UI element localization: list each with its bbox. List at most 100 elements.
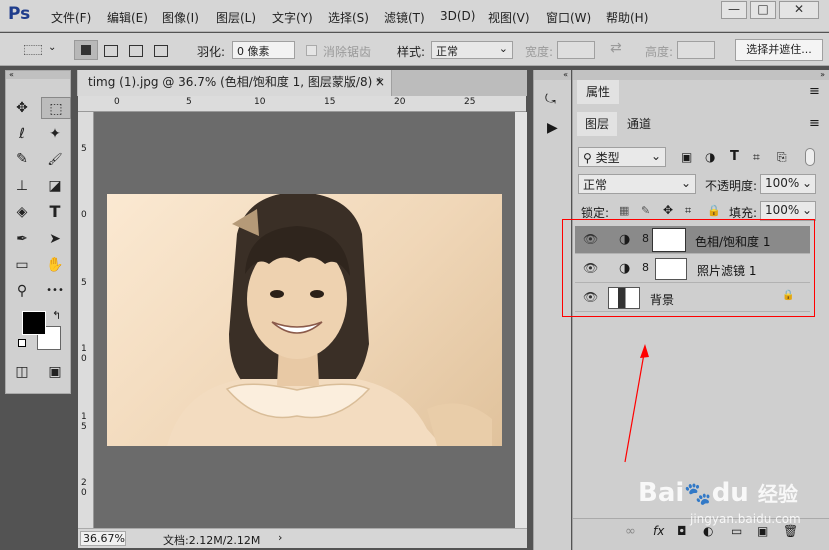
- menu-image[interactable]: 图像(I): [162, 9, 199, 26]
- blur-icon[interactable]: ◈: [11, 201, 33, 223]
- menu-help[interactable]: 帮助(H): [606, 9, 648, 26]
- add-selection-icon[interactable]: [104, 45, 118, 57]
- ruler-tick: 1 5: [81, 412, 87, 432]
- eyedropper-icon[interactable]: ✎: [11, 148, 33, 170]
- menu-type[interactable]: 文字(Y): [272, 9, 313, 26]
- height-input[interactable]: [677, 41, 715, 59]
- status-bar: 36.67% 文档:2.12M/2.12M ›: [78, 528, 527, 548]
- menu-view[interactable]: 视图(V): [488, 9, 530, 26]
- magic-wand-icon[interactable]: ✦: [44, 123, 66, 145]
- move-tool-icon[interactable]: ✥: [11, 97, 33, 119]
- delete-layer-icon[interactable]: 🗑: [783, 524, 798, 538]
- foreground-color-swatch-front[interactable]: [22, 311, 46, 335]
- panel-collapse-handle[interactable]: «: [534, 70, 571, 80]
- pixel-filter-icon[interactable]: ▣: [681, 150, 692, 164]
- zoom-tool-icon[interactable]: ⚲: [11, 280, 33, 302]
- layer-style-icon[interactable]: fx: [653, 524, 664, 538]
- type-filter-icon[interactable]: T: [730, 149, 739, 164]
- tab-layers[interactable]: 图层: [577, 112, 617, 136]
- adjustment-filter-icon[interactable]: ◑: [705, 150, 715, 164]
- link-layers-icon[interactable]: ∞: [625, 524, 636, 539]
- new-selection-button[interactable]: [74, 40, 98, 60]
- intersect-selection-icon[interactable]: [154, 45, 168, 57]
- style-label: 样式:: [397, 45, 426, 59]
- layers-menu-icon[interactable]: ≡: [809, 116, 820, 131]
- brush-icon[interactable]: 🖌: [44, 148, 66, 170]
- lock-position-icon[interactable]: ✥: [663, 203, 673, 217]
- menu-edit[interactable]: 编辑(E): [107, 9, 148, 26]
- panel-menu-icon[interactable]: ≡: [809, 84, 820, 99]
- lock-artboard-icon[interactable]: ⌗: [685, 204, 691, 218]
- ruler-tick: 15: [324, 97, 336, 107]
- marquee-tool-icon[interactable]: ⬚: [41, 97, 71, 119]
- ruler-tick: 5: [186, 97, 192, 107]
- panel-collapse-handle[interactable]: «: [6, 71, 70, 79]
- style-select[interactable]: 正常 ⌄: [431, 41, 513, 59]
- tab-channels[interactable]: 通道: [619, 112, 659, 136]
- marquee-preset-icon[interactable]: [24, 45, 42, 55]
- lasso-tool-icon[interactable]: ℓ: [11, 123, 33, 145]
- swap-colors-icon[interactable]: ↰: [52, 309, 61, 322]
- select-and-mask-button[interactable]: 选择并遮住...: [735, 39, 823, 61]
- fill-input[interactable]: 100% ⌄: [760, 201, 816, 221]
- opacity-value: 100%: [765, 176, 800, 190]
- new-group-icon[interactable]: ▭: [731, 524, 742, 538]
- style-value: 正常: [436, 45, 458, 58]
- lock-transparent-icon[interactable]: ▦: [619, 204, 629, 217]
- menu-3d[interactable]: 3D(D): [440, 9, 475, 23]
- opacity-input[interactable]: 100% ⌄: [760, 174, 816, 194]
- feather-input[interactable]: 0 像素: [232, 41, 295, 59]
- menu-window[interactable]: 窗口(W): [546, 9, 591, 26]
- chevron-down-icon: ⌄: [498, 42, 508, 55]
- swap-icon[interactable]: ⇄: [610, 40, 622, 56]
- lock-all-icon[interactable]: 🔒: [707, 204, 721, 217]
- layer-filter-select[interactable]: ⚲ 类型 ⌄: [578, 147, 666, 167]
- hand-tool-icon[interactable]: ✋: [44, 254, 66, 276]
- antialias-checkbox[interactable]: [306, 45, 317, 56]
- tools-panel: « ✥ ⬚ ℓ ✦ ✎ 🖌 ⊥ ◪ ◈ T ✒ ➤ ▭ ✋ ⚲ ••• ↰ ◫ …: [5, 70, 71, 394]
- pen-tool-icon[interactable]: ✒: [11, 228, 33, 250]
- smart-object-filter-icon[interactable]: ⎘: [777, 150, 787, 165]
- quick-mask-icon[interactable]: ◫: [11, 361, 33, 383]
- restore-button[interactable]: □: [750, 1, 776, 19]
- default-colors-icon[interactable]: [18, 339, 26, 347]
- status-menu-arrow[interactable]: ›: [278, 531, 282, 544]
- panel-collapse-handle[interactable]: »: [573, 70, 829, 80]
- filter-toggle[interactable]: [805, 148, 815, 166]
- blend-mode-select[interactable]: 正常 ⌄: [578, 174, 696, 194]
- new-adjustment-icon[interactable]: ◐: [703, 524, 713, 538]
- watermark-sub: 经验: [757, 482, 798, 506]
- screen-mode-icon[interactable]: ▣: [44, 361, 66, 383]
- menu-layer[interactable]: 图层(L): [216, 9, 256, 26]
- chevron-down-icon[interactable]: ⌄: [48, 42, 56, 53]
- menu-filter[interactable]: 滤镜(T): [384, 9, 425, 26]
- stamp-icon[interactable]: ⊥: [11, 175, 33, 197]
- photoshop-logo: Ps: [8, 4, 31, 24]
- minimize-button[interactable]: —: [721, 1, 747, 19]
- width-input[interactable]: [557, 41, 595, 59]
- zoom-input[interactable]: 36.67%: [80, 531, 126, 546]
- opacity-label: 不透明度:: [705, 179, 758, 193]
- actions-play-icon[interactable]: ▶: [547, 120, 558, 136]
- subtract-selection-icon[interactable]: [129, 45, 143, 57]
- shape-filter-icon[interactable]: ⌗: [753, 150, 760, 165]
- menu-select[interactable]: 选择(S): [328, 9, 369, 26]
- rectangle-tool-icon[interactable]: ▭: [11, 254, 33, 276]
- more-tools-icon[interactable]: •••: [44, 280, 66, 302]
- close-window-button[interactable]: ✕: [779, 1, 819, 19]
- new-layer-icon[interactable]: ▣: [757, 524, 768, 538]
- add-mask-icon[interactable]: ◘: [677, 524, 687, 538]
- vertical-scrollbar[interactable]: [515, 112, 527, 528]
- lock-pixels-icon[interactable]: ✎: [641, 204, 650, 217]
- horizontal-ruler: 0 5 10 15 20 25: [78, 96, 526, 112]
- history-icon[interactable]: ⤿: [545, 92, 556, 107]
- type-tool-icon[interactable]: T: [44, 201, 66, 223]
- tab-properties[interactable]: 属性: [577, 80, 619, 104]
- eraser-icon[interactable]: ◪: [44, 175, 66, 197]
- close-tab-icon[interactable]: ×: [375, 70, 385, 94]
- document-tab[interactable]: timg (1).jpg @ 36.7% (色相/饱和度 1, 图层蒙版/8) …: [78, 70, 392, 96]
- document-image[interactable]: [107, 194, 502, 446]
- ruler-tick: 1 0: [81, 344, 87, 364]
- menu-file[interactable]: 文件(F): [51, 9, 91, 26]
- path-select-icon[interactable]: ➤: [44, 228, 66, 250]
